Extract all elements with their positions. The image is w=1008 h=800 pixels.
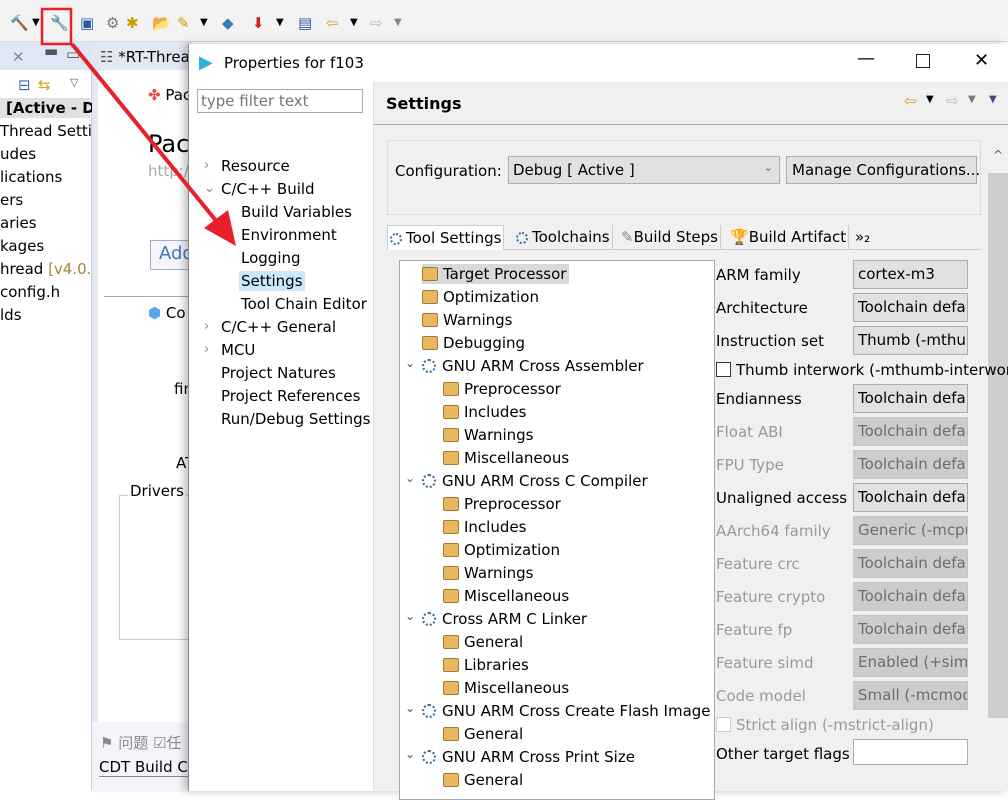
annotation-arrow [70,42,224,230]
annotation-overlay [40,7,236,246]
arrow-head [204,210,236,246]
highlight-box [40,7,73,46]
